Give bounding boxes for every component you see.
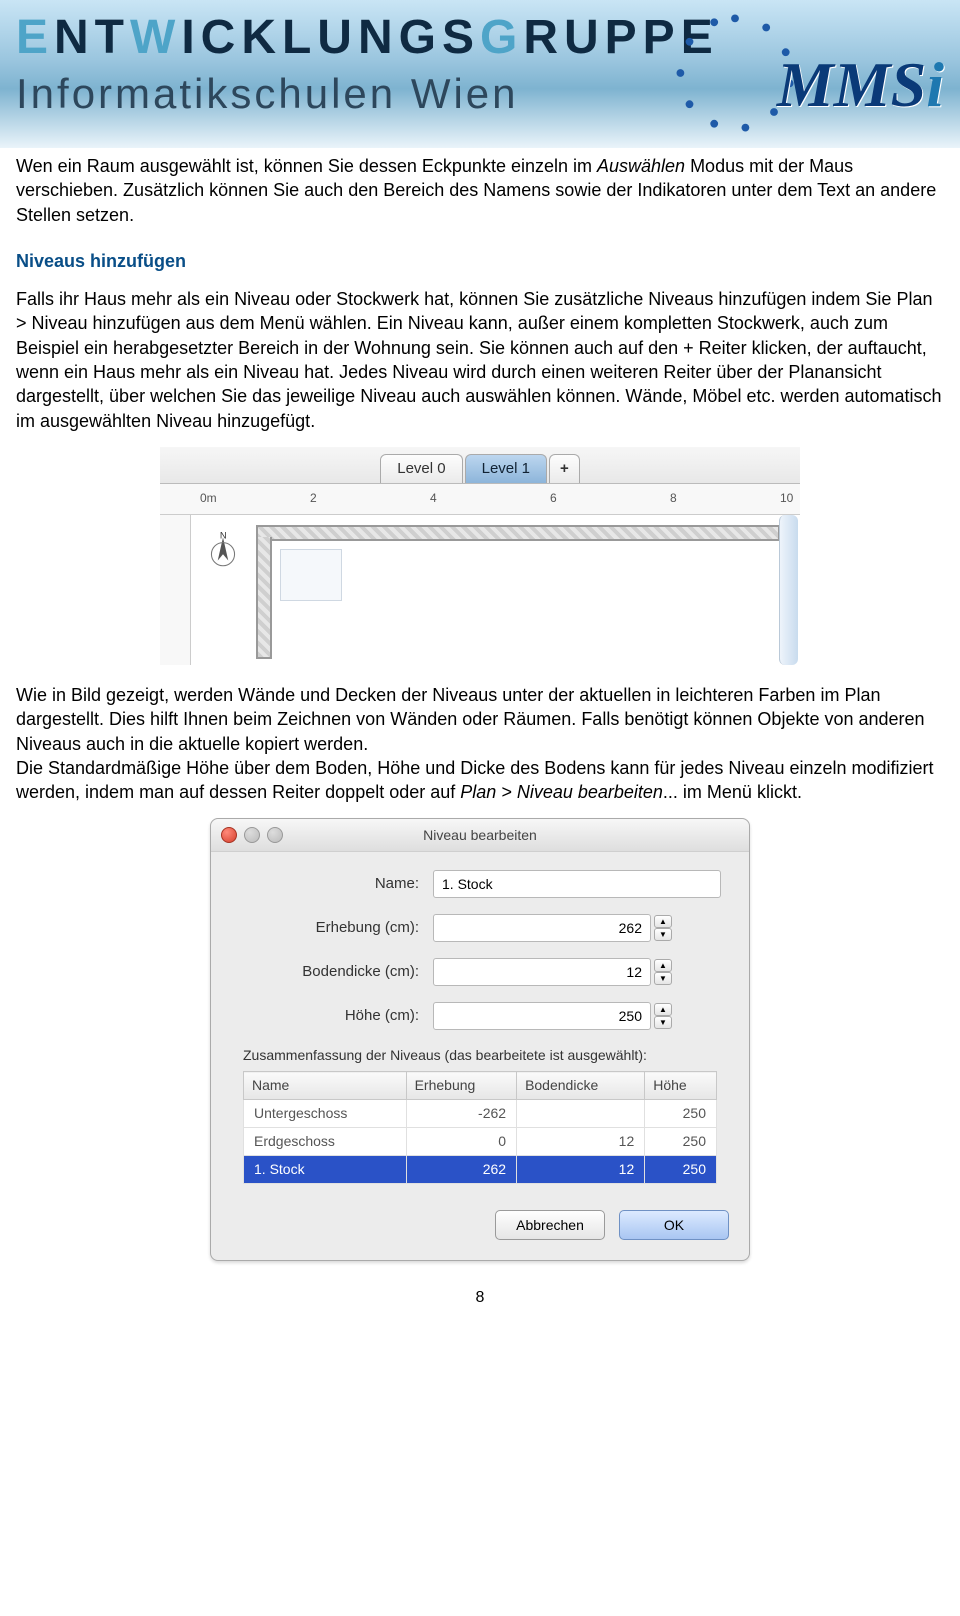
th-hoehe: Höhe — [645, 1072, 717, 1100]
scrollbar[interactable] — [779, 515, 798, 665]
spin-down-icon[interactable]: ▼ — [654, 972, 672, 985]
spinner-hoehe[interactable]: ▲▼ — [654, 1003, 672, 1029]
plan-canvas[interactable]: N — [160, 515, 800, 665]
tab-bar: Level 0 Level 1 + — [160, 447, 800, 484]
table-row[interactable]: Untergeschoss-262250 — [244, 1100, 717, 1128]
table-row[interactable]: Erdgeschoss012250 — [244, 1128, 717, 1156]
label-erhebung: Erhebung (cm): — [239, 918, 419, 938]
dialog-title: Niveau bearbeiten — [423, 827, 537, 843]
dialog-titlebar: Niveau bearbeiten — [211, 819, 749, 852]
ok-button[interactable]: OK — [619, 1210, 729, 1240]
input-hoehe[interactable] — [433, 1002, 651, 1030]
header-subtitle: Informatikschulen Wien — [16, 70, 519, 118]
selected-room[interactable] — [280, 549, 342, 601]
input-bodendicke[interactable] — [433, 958, 651, 986]
spinner-bodendicke[interactable]: ▲▼ — [654, 959, 672, 985]
label-name: Name: — [239, 874, 419, 894]
spin-up-icon[interactable]: ▲ — [654, 1003, 672, 1016]
below-shot-paragraph: Wie in Bild gezeigt, werden Wände und De… — [16, 683, 944, 804]
niveaus-paragraph: Falls ihr Haus mehr als ein Niveau oder … — [16, 287, 944, 433]
dialog-niveau-bearbeiten: Niveau bearbeiten Name: Erhebung (cm): ▲… — [210, 818, 750, 1260]
spinner-erhebung[interactable]: ▲▼ — [654, 915, 672, 941]
cancel-button[interactable]: Abbrechen — [495, 1210, 605, 1240]
tab-level0[interactable]: Level 0 — [380, 454, 462, 483]
th-bodendicke: Bodendicke — [517, 1072, 645, 1100]
intro-paragraph: Wen ein Raum ausgewählt ist, können Sie … — [16, 154, 944, 227]
header-title: ENTWICKLUNGSGRUPPE — [16, 10, 719, 65]
th-name: Name — [244, 1072, 407, 1100]
spin-up-icon[interactable]: ▲ — [654, 915, 672, 928]
spin-down-icon[interactable]: ▼ — [654, 1016, 672, 1029]
input-erhebung[interactable] — [433, 914, 651, 942]
screenshot-tabs: Level 0 Level 1 + 0m 2 4 6 8 10 N — [160, 447, 800, 665]
spin-up-icon[interactable]: ▲ — [654, 959, 672, 972]
section-heading-niveaus: Niveaus hinzufügen — [16, 249, 944, 273]
label-hoehe: Höhe (cm): — [239, 1006, 419, 1026]
wall-horizontal — [256, 525, 780, 541]
tab-level1[interactable]: Level 1 — [465, 454, 547, 483]
table-row[interactable]: 1. Stock26212250 — [244, 1156, 717, 1184]
tab-add[interactable]: + — [549, 454, 580, 483]
zoom-icon[interactable] — [267, 827, 283, 843]
ruler: 0m 2 4 6 8 10 — [160, 484, 800, 515]
summary-table: Name Erhebung Bodendicke Höhe Untergesch… — [243, 1071, 717, 1184]
summary-label: Zusammenfassung der Niveaus (das bearbei… — [243, 1046, 717, 1065]
input-name[interactable] — [433, 870, 721, 898]
minimize-icon[interactable] — [244, 827, 260, 843]
page-number: 8 — [16, 1287, 944, 1309]
th-erhebung: Erhebung — [406, 1072, 516, 1100]
spin-down-icon[interactable]: ▼ — [654, 928, 672, 941]
mmsi-logo: MMSi — [777, 48, 944, 122]
vertical-ruler — [160, 515, 191, 665]
page-header: ENTWICKLUNGSGRUPPE Informatikschulen Wie… — [0, 0, 960, 148]
close-icon[interactable] — [221, 827, 237, 843]
compass-icon: N — [202, 529, 244, 571]
wall-vertical — [256, 537, 272, 659]
label-bodendicke: Bodendicke (cm): — [239, 962, 419, 982]
